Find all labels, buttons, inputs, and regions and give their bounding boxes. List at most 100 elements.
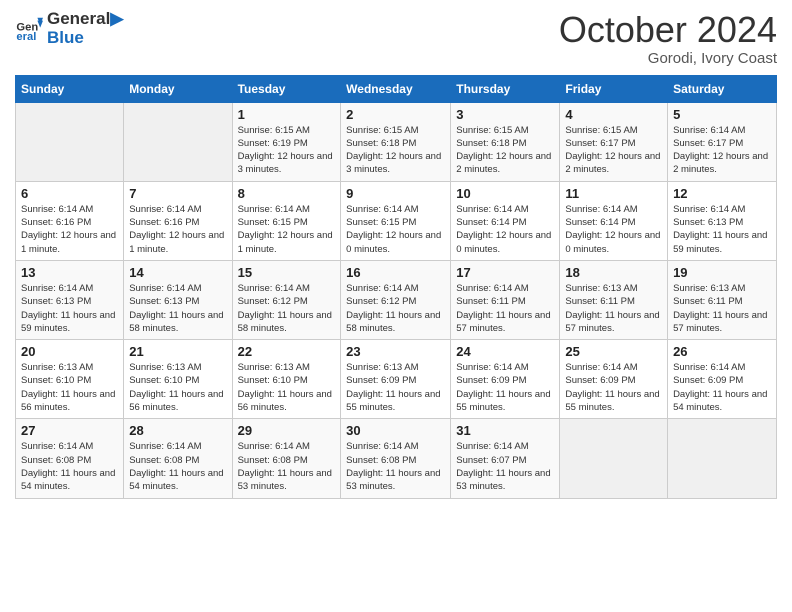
day-info: Sunrise: 6:13 AMSunset: 6:11 PMDaylight:… [565, 282, 662, 335]
logo: Gen eral General▶ Blue [15, 10, 123, 47]
calendar-cell [124, 102, 232, 181]
calendar-cell: 14Sunrise: 6:14 AMSunset: 6:13 PMDayligh… [124, 260, 232, 339]
day-number: 21 [129, 344, 226, 359]
day-number: 25 [565, 344, 662, 359]
calendar-cell: 30 Sunrise: 6:14 AMSunset: 6:08 PMDayligh… [341, 419, 451, 498]
calendar-cell: 28 Sunrise: 6:14 AMSunset: 6:08 PMDayligh… [124, 419, 232, 498]
calendar-cell: 18 Sunrise: 6:13 AMSunset: 6:11 PMDayligh… [560, 260, 668, 339]
calendar-week-row: 13 Sunrise: 6:14 AMSunset: 6:13 PMDayligh… [16, 260, 777, 339]
day-number: 2 [346, 107, 445, 122]
calendar-cell: 19Sunrise: 6:13 AMSunset: 6:11 PMDayligh… [668, 260, 777, 339]
calendar-cell: 8Sunrise: 6:14 AMSunset: 6:15 PMDaylight… [232, 181, 341, 260]
day-info: Sunrise: 6:14 AMSunset: 6:14 PMDaylight:… [565, 203, 662, 256]
day-info: Sunrise: 6:14 AMSunset: 6:09 PMDaylight:… [456, 361, 554, 414]
calendar-week-row: 27 Sunrise: 6:14 AMSunset: 6:08 PMDayligh… [16, 419, 777, 498]
logo-line2: Blue [47, 29, 123, 48]
calendar-week-row: 20Sunrise: 6:13 AMSunset: 6:10 PMDayligh… [16, 340, 777, 419]
calendar-header-saturday: Saturday [668, 75, 777, 102]
day-info: Sunrise: 6:14 AMSunset: 6:15 PMDaylight:… [346, 203, 445, 256]
day-info: Sunrise: 6:14 AMSunset: 6:09 PMDaylight:… [565, 361, 662, 414]
day-number: 30 [346, 423, 445, 438]
calendar-cell: 10 Sunrise: 6:14 AMSunset: 6:14 PMDayligh… [451, 181, 560, 260]
day-number: 27 [21, 423, 118, 438]
calendar-cell: 15 Sunrise: 6:14 AMSunset: 6:12 PMDayligh… [232, 260, 341, 339]
day-info: Sunrise: 6:14 AMSunset: 6:08 PMDaylight:… [129, 440, 226, 493]
calendar-header-wednesday: Wednesday [341, 75, 451, 102]
day-number: 4 [565, 107, 662, 122]
day-number: 3 [456, 107, 554, 122]
calendar-cell: 21 Sunrise: 6:13 AMSunset: 6:10 PMDayligh… [124, 340, 232, 419]
day-number: 18 [565, 265, 662, 280]
calendar-cell: 31 Sunrise: 6:14 AMSunset: 6:07 PMDayligh… [451, 419, 560, 498]
calendar-header-monday: Monday [124, 75, 232, 102]
calendar-cell: 22Sunrise: 6:13 AMSunset: 6:10 PMDayligh… [232, 340, 341, 419]
day-info: Sunrise: 6:14 AMSunset: 6:14 PMDaylight:… [456, 203, 554, 256]
header: Gen eral General▶ Blue October 2024 Goro… [15, 10, 777, 67]
day-info: Sunrise: 6:14 AMSunset: 6:16 PMDaylight:… [129, 203, 226, 256]
calendar-cell: 4 Sunrise: 6:15 AMSunset: 6:17 PMDaylight… [560, 102, 668, 181]
calendar-cell: 13 Sunrise: 6:14 AMSunset: 6:13 PMDayligh… [16, 260, 124, 339]
calendar-cell: 24 Sunrise: 6:14 AMSunset: 6:09 PMDayligh… [451, 340, 560, 419]
calendar-header-sunday: Sunday [16, 75, 124, 102]
day-number: 8 [238, 186, 336, 201]
calendar-cell: 17 Sunrise: 6:14 AMSunset: 6:11 PMDayligh… [451, 260, 560, 339]
location-subtitle: Gorodi, Ivory Coast [559, 50, 777, 67]
day-number: 13 [21, 265, 118, 280]
calendar-header-tuesday: Tuesday [232, 75, 341, 102]
day-info: Sunrise: 6:15 AMSunset: 6:18 PMDaylight:… [346, 124, 445, 177]
calendar-cell [16, 102, 124, 181]
calendar-week-row: 1Sunrise: 6:15 AMSunset: 6:19 PMDaylight… [16, 102, 777, 181]
day-number: 1 [238, 107, 336, 122]
calendar-cell: 16 Sunrise: 6:14 AMSunset: 6:12 PMDayligh… [341, 260, 451, 339]
day-info: Sunrise: 6:14 AMSunset: 6:12 PMDaylight:… [238, 282, 336, 335]
calendar-cell: 1Sunrise: 6:15 AMSunset: 6:19 PMDaylight… [232, 102, 341, 181]
logo-icon: Gen eral [15, 15, 43, 43]
day-info: Sunrise: 6:14 AMSunset: 6:17 PMDaylight:… [673, 124, 771, 177]
day-number: 16 [346, 265, 445, 280]
day-number: 19 [673, 265, 771, 280]
day-info: Sunrise: 6:15 AMSunset: 6:17 PMDaylight:… [565, 124, 662, 177]
calendar-cell: 6Sunrise: 6:14 AMSunset: 6:16 PMDaylight… [16, 181, 124, 260]
day-info: Sunrise: 6:13 AMSunset: 6:10 PMDaylight:… [129, 361, 226, 414]
title-block: October 2024 Gorodi, Ivory Coast [559, 10, 777, 67]
calendar-cell: 11 Sunrise: 6:14 AMSunset: 6:14 PMDayligh… [560, 181, 668, 260]
day-info: Sunrise: 6:13 AMSunset: 6:09 PMDaylight:… [346, 361, 445, 414]
day-info: Sunrise: 6:14 AMSunset: 6:07 PMDaylight:… [456, 440, 554, 493]
day-info: Sunrise: 6:14 AMSunset: 6:08 PMDaylight:… [346, 440, 445, 493]
calendar-cell: 5 Sunrise: 6:14 AMSunset: 6:17 PMDaylight… [668, 102, 777, 181]
day-number: 5 [673, 107, 771, 122]
day-info: Sunrise: 6:13 AMSunset: 6:10 PMDaylight:… [21, 361, 118, 414]
day-number: 15 [238, 265, 336, 280]
day-number: 10 [456, 186, 554, 201]
calendar-cell: 7 Sunrise: 6:14 AMSunset: 6:16 PMDaylight… [124, 181, 232, 260]
day-info: Sunrise: 6:14 AMSunset: 6:13 PMDaylight:… [129, 282, 226, 335]
day-number: 23 [346, 344, 445, 359]
calendar-cell: 3 Sunrise: 6:15 AMSunset: 6:18 PMDaylight… [451, 102, 560, 181]
day-info: Sunrise: 6:15 AMSunset: 6:18 PMDaylight:… [456, 124, 554, 177]
day-number: 17 [456, 265, 554, 280]
logo-line1: General▶ [47, 10, 123, 29]
day-number: 9 [346, 186, 445, 201]
day-number: 24 [456, 344, 554, 359]
calendar-table: SundayMondayTuesdayWednesdayThursdayFrid… [15, 75, 777, 499]
day-number: 12 [673, 186, 771, 201]
day-info: Sunrise: 6:14 AMSunset: 6:08 PMDaylight:… [21, 440, 118, 493]
day-info: Sunrise: 6:13 AMSunset: 6:10 PMDaylight:… [238, 361, 336, 414]
calendar-cell: 23 Sunrise: 6:13 AMSunset: 6:09 PMDayligh… [341, 340, 451, 419]
calendar-header-thursday: Thursday [451, 75, 560, 102]
day-number: 31 [456, 423, 554, 438]
page: Gen eral General▶ Blue October 2024 Goro… [0, 0, 792, 612]
calendar-header-friday: Friday [560, 75, 668, 102]
day-info: Sunrise: 6:14 AMSunset: 6:12 PMDaylight:… [346, 282, 445, 335]
calendar-week-row: 6Sunrise: 6:14 AMSunset: 6:16 PMDaylight… [16, 181, 777, 260]
calendar-cell: 20Sunrise: 6:13 AMSunset: 6:10 PMDayligh… [16, 340, 124, 419]
day-info: Sunrise: 6:14 AMSunset: 6:09 PMDaylight:… [673, 361, 771, 414]
calendar-cell: 29Sunrise: 6:14 AMSunset: 6:08 PMDayligh… [232, 419, 341, 498]
day-info: Sunrise: 6:14 AMSunset: 6:16 PMDaylight:… [21, 203, 118, 256]
day-number: 28 [129, 423, 226, 438]
day-info: Sunrise: 6:14 AMSunset: 6:13 PMDaylight:… [21, 282, 118, 335]
day-number: 26 [673, 344, 771, 359]
day-number: 11 [565, 186, 662, 201]
day-number: 7 [129, 186, 226, 201]
day-info: Sunrise: 6:14 AMSunset: 6:11 PMDaylight:… [456, 282, 554, 335]
